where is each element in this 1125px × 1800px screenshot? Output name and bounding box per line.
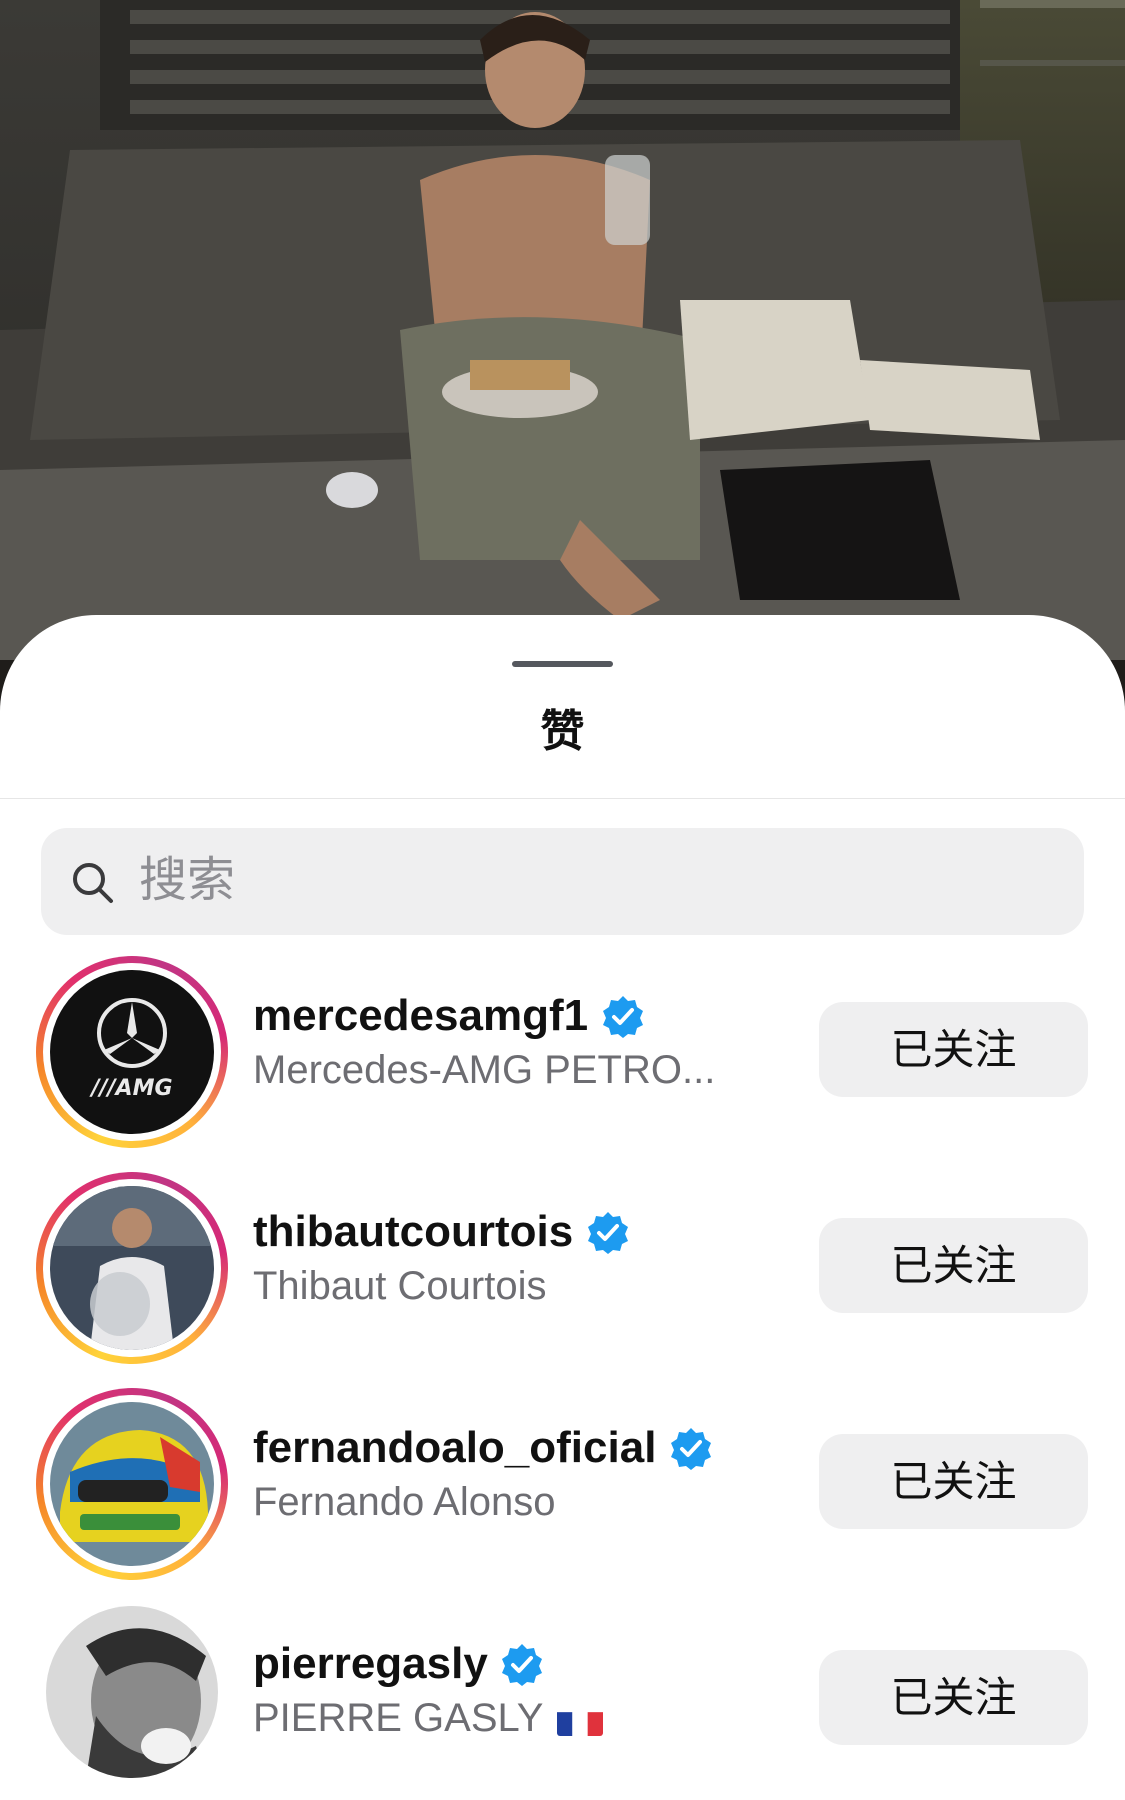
verified-badge-icon <box>502 1644 543 1686</box>
full-name: Fernando Alonso <box>253 1480 556 1524</box>
france-flag-icon <box>557 1705 604 1736</box>
full-name-line: PIERRE GASLY <box>253 1693 604 1743</box>
search-placeholder: 搜索 <box>139 854 236 907</box>
list-item[interactable]: pierregasly PIERRE GASLY 已关注 <box>0 1604 1125 1800</box>
list-item[interactable]: fernandoalo_oficial Fernando Alonso 已关注 <box>0 1388 1125 1588</box>
full-name: PIERRE GASLY <box>253 1696 544 1740</box>
avatar <box>50 1402 214 1566</box>
list-item[interactable]: thibautcourtois Thibaut Courtois 已关注 <box>0 1172 1125 1372</box>
following-button[interactable]: 已关注 <box>819 1002 1088 1097</box>
search-icon <box>73 863 113 903</box>
avatar <box>50 1186 214 1350</box>
svg-text:///AMG: ///AMG <box>88 1076 172 1101</box>
full-name: Thibaut Courtois <box>253 1264 547 1308</box>
following-button[interactable]: 已关注 <box>819 1650 1088 1745</box>
search-input[interactable]: 搜索 <box>41 828 1084 935</box>
story-ring[interactable]: ///AMG <box>36 956 228 1148</box>
username[interactable]: thibautcourtois <box>253 1204 573 1260</box>
sheet-grabber[interactable] <box>512 661 613 667</box>
post-photo <box>0 0 1125 660</box>
story-ring[interactable] <box>36 1172 228 1364</box>
following-button[interactable]: 已关注 <box>819 1218 1088 1313</box>
username[interactable]: fernandoalo_oficial <box>253 1420 656 1476</box>
sheet-title: 赞 <box>540 707 585 756</box>
avatar: ///AMG <box>50 970 214 1134</box>
following-button[interactable]: 已关注 <box>819 1434 1088 1529</box>
username[interactable]: pierregasly <box>253 1636 488 1692</box>
list-item[interactable]: ///AMG mercedesamgf1 Mercedes-AMG PETRO.… <box>0 956 1125 1156</box>
likes-sheet: 赞 搜索 ///AMG mercedesamgf1 Mercedes-AMG P… <box>0 615 1125 1800</box>
avatar[interactable] <box>46 1606 218 1778</box>
username[interactable]: mercedesamgf1 <box>253 988 588 1044</box>
full-name: Mercedes-AMG PETRO... <box>253 1048 716 1092</box>
verified-badge-icon <box>587 1212 628 1254</box>
verified-badge-icon <box>602 996 643 1038</box>
story-ring[interactable] <box>36 1388 228 1580</box>
divider <box>0 798 1125 799</box>
verified-badge-icon <box>670 1428 711 1470</box>
